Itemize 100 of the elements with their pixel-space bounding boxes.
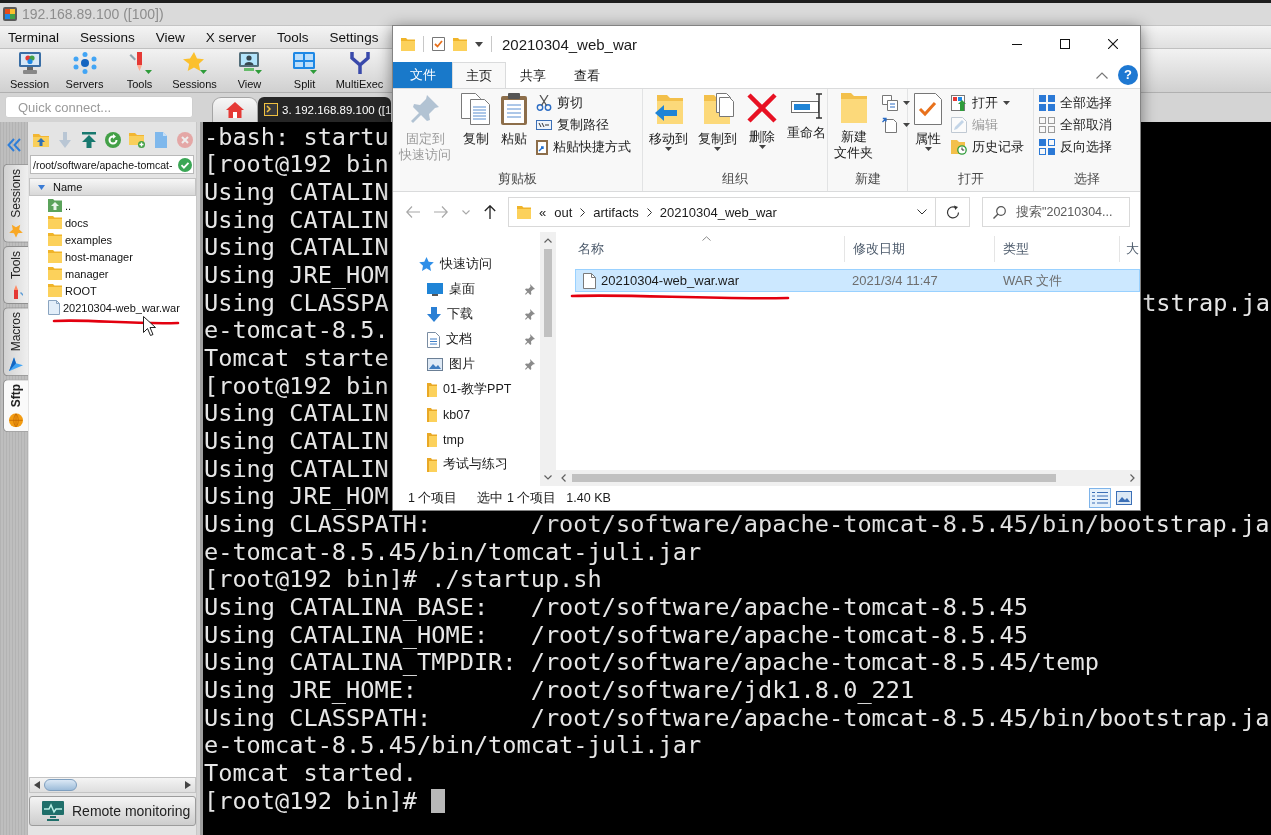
ribbon-button[interactable] (880, 93, 912, 113)
ribbon-button[interactable]: 历史记录 (949, 137, 1026, 157)
menu-item[interactable]: Tools (277, 29, 309, 45)
ribbon-button[interactable]: 删除 (744, 91, 780, 169)
scroll-right-icon[interactable] (185, 781, 191, 789)
ribbon-button[interactable]: 新建 文件夹 (831, 91, 876, 169)
refresh-button[interactable] (936, 197, 970, 227)
vertical-scrollbar[interactable] (540, 232, 556, 486)
nav-item[interactable]: 快速访问 (393, 252, 540, 277)
scroll-down-icon[interactable] (544, 475, 552, 480)
checklist-icon[interactable] (432, 37, 445, 51)
file-list-item[interactable]: .. (48, 197, 72, 214)
file-list-item[interactable]: 20210304-web_war.war (48, 299, 180, 316)
search-field[interactable]: 搜索"20210304... (982, 197, 1130, 227)
ribbon-button[interactable]: 打开 (949, 93, 1026, 113)
file-menu-button[interactable]: 文件 (393, 62, 452, 88)
large-icons-view-button[interactable] (1113, 488, 1135, 508)
nav-item[interactable]: 桌面 (393, 277, 540, 302)
column-header[interactable]: 修改日期 (845, 236, 995, 262)
up-arrow-icon[interactable] (484, 205, 496, 219)
scroll-up-icon[interactable] (544, 238, 552, 243)
nav-item[interactable]: 下载 (393, 302, 540, 327)
ribbon-button[interactable]: 剪切 (534, 93, 633, 113)
menu-item[interactable]: Settings (329, 29, 379, 45)
toolbar-button[interactable]: Session (2, 52, 57, 90)
minimize-icon[interactable] (1012, 43, 1022, 45)
close-icon[interactable] (1108, 39, 1118, 49)
nav-item[interactable]: 考试与练习 (393, 452, 540, 477)
scrollbar-thumb[interactable] (544, 249, 552, 337)
nav-item[interactable]: 01-教学PPT (393, 377, 540, 402)
scroll-left-icon[interactable] (34, 781, 40, 789)
file-list-item[interactable]: manager (48, 265, 109, 282)
menu-item[interactable]: Terminal (8, 29, 59, 45)
ribbon-tab[interactable]: 查看 (560, 62, 614, 88)
toolbar-button[interactable]: Sessions (167, 52, 222, 90)
maximize-icon[interactable] (1060, 39, 1070, 49)
upload-icon[interactable] (81, 132, 97, 148)
chevron-down-icon[interactable] (917, 209, 927, 215)
refresh-icon[interactable] (105, 132, 121, 148)
ribbon-button[interactable]: 反向选择 (1037, 137, 1114, 157)
ribbon-button[interactable]: 属性 (911, 91, 945, 169)
column-header[interactable]: 名称 (570, 236, 845, 262)
horizontal-scrollbar[interactable] (556, 470, 1140, 486)
nav-item[interactable]: 文档 (393, 327, 540, 352)
column-header[interactable]: 类型 (995, 236, 1120, 262)
sidebar-tab[interactable]: Macros (3, 306, 28, 377)
sidebar-tab[interactable]: Sessions (3, 164, 28, 243)
breadcrumb[interactable]: 20210304_web_war (659, 204, 777, 220)
chevron-up-icon[interactable] (1096, 71, 1108, 79)
file-list-item[interactable]: host-manager (48, 248, 133, 265)
scroll-left-icon[interactable] (561, 474, 566, 482)
ribbon-button[interactable]: 全部取消 (1037, 115, 1114, 135)
new-folder-icon[interactable] (129, 132, 145, 148)
sidebar-tab[interactable]: Sftp (3, 379, 28, 433)
toolbar-button[interactable]: Split (277, 52, 332, 90)
horizontal-scrollbar[interactable] (29, 777, 196, 793)
sidebar-tab[interactable]: Tools (3, 245, 28, 304)
nav-item[interactable]: kb07 (393, 402, 540, 427)
ribbon-button[interactable]: 粘贴 (498, 91, 530, 169)
address-bar[interactable]: « out artifacts 20210304_web_war (508, 197, 936, 227)
ribbon-tab[interactable]: 主页 (452, 62, 506, 88)
file-row[interactable]: 20210304-web_war.war 2021/3/4 11:47 WAR 文件 (575, 269, 1140, 292)
overflow-button[interactable]: « (539, 204, 547, 220)
ribbon-button[interactable]: 全部选择 (1037, 93, 1114, 113)
path-field[interactable]: /root/software/apache-tomcat- (30, 155, 194, 174)
toolbar-button[interactable]: Tools (112, 52, 167, 90)
ribbon-button[interactable]: 复制 (458, 91, 494, 169)
ribbon-button[interactable]: 复制到 (695, 91, 740, 169)
menu-item[interactable]: X server (205, 29, 257, 45)
home-tab[interactable] (212, 97, 258, 122)
ribbon-button[interactable]: 移动到 (646, 91, 691, 169)
ribbon-tab[interactable]: 共享 (506, 62, 560, 88)
nav-item[interactable]: 图片 (393, 352, 540, 377)
file-list-item[interactable]: examples (48, 231, 113, 248)
ribbon-button[interactable]: 粘贴快捷方式 (534, 137, 633, 157)
menu-item[interactable]: View (155, 29, 185, 45)
nav-item[interactable]: tmp (393, 427, 540, 452)
details-view-button[interactable] (1089, 488, 1111, 508)
ribbon-button[interactable]: 复制路径 (534, 115, 633, 135)
ribbon-button[interactable] (880, 115, 912, 135)
help-button[interactable]: ? (1118, 65, 1138, 85)
remote-monitoring-button[interactable]: Remote monitoring (29, 796, 196, 826)
menu-item[interactable]: Sessions (80, 29, 135, 45)
collapse-icon[interactable] (7, 138, 21, 152)
breadcrumb[interactable]: out (554, 204, 573, 220)
column-header[interactable]: Name (29, 178, 196, 196)
ribbon-button[interactable]: 重命名 (784, 91, 829, 169)
toolbar-button[interactable]: View (222, 52, 277, 90)
folder-up-icon[interactable] (33, 132, 49, 148)
scroll-right-icon[interactable] (1130, 474, 1135, 482)
scrollbar-thumb[interactable] (44, 779, 77, 791)
breadcrumb[interactable]: artifacts (593, 204, 639, 220)
toolbar-button[interactable]: MultiExec (332, 52, 387, 90)
file-list-item[interactable]: ROOT (48, 282, 97, 299)
session-tab[interactable]: 3. 192.168.89.100 ([1 (258, 97, 391, 122)
toolbar-button[interactable]: Servers (57, 52, 112, 90)
scrollbar-thumb[interactable] (572, 474, 1056, 482)
column-header[interactable]: 大 (1120, 236, 1140, 262)
quick-connect-field[interactable]: Quick connect... (5, 96, 193, 118)
file-list-item[interactable]: docs (48, 214, 89, 231)
